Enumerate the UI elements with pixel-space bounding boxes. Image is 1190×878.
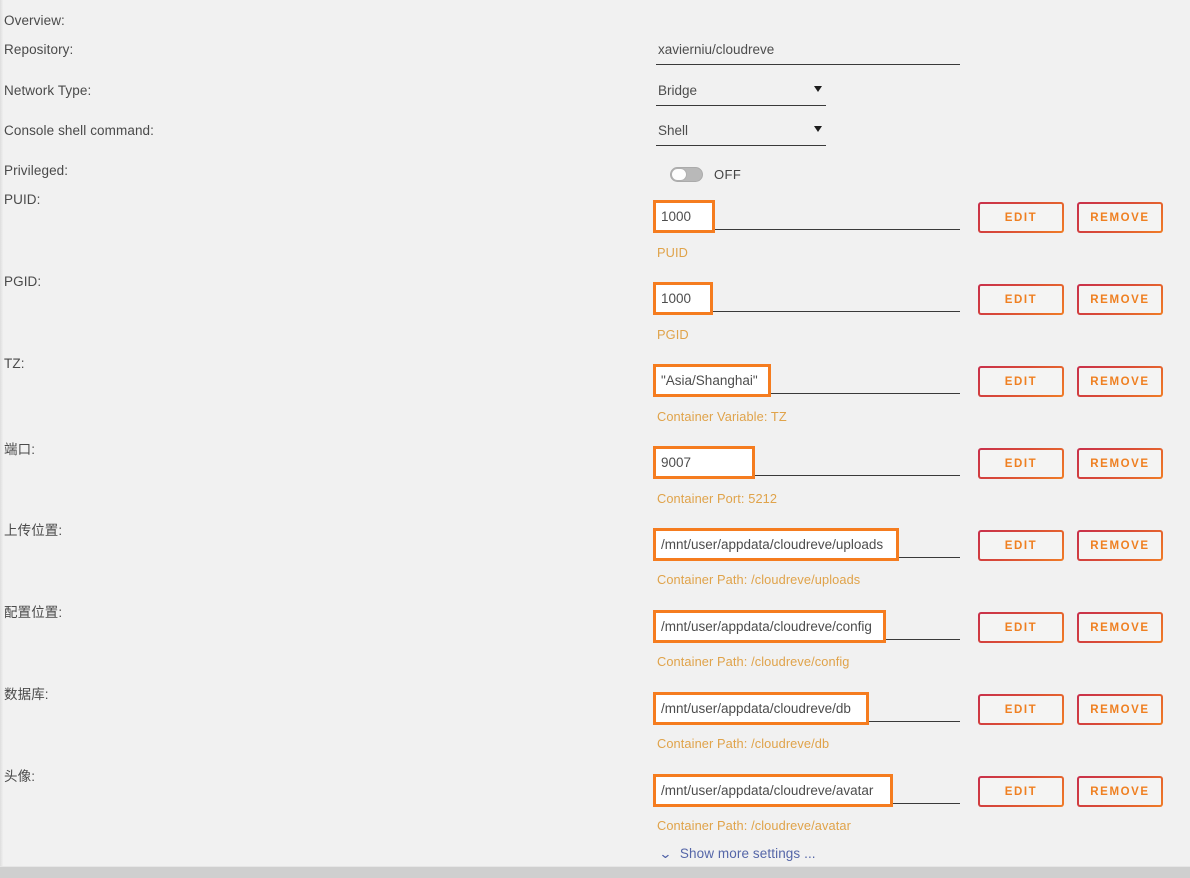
toggle-knob — [671, 167, 687, 181]
tz-input[interactable]: "Asia/Shanghai" — [653, 364, 960, 398]
config-location-remove-button[interactable]: REMOVE — [1077, 612, 1163, 643]
tz-remove-button[interactable]: REMOVE — [1077, 366, 1163, 397]
repository-value: xavierniu/cloudreve — [658, 42, 775, 57]
container-settings-form: Overview: Repository: xavierniu/cloudrev… — [0, 0, 1190, 866]
label-avatar: 头像: — [4, 769, 36, 784]
database-value: /mnt/user/appdata/cloudreve/db — [661, 701, 851, 716]
config-location-helper-text: Container Path: /cloudreve/config — [657, 654, 850, 669]
database-remove-button[interactable]: REMOVE — [1077, 694, 1163, 725]
network-type-value: Bridge — [658, 83, 698, 98]
puid-field-wrap: 1000 — [653, 200, 960, 234]
puid-remove-button[interactable]: REMOVE — [1077, 202, 1163, 233]
label-tz: TZ: — [4, 356, 25, 371]
chevron-down-icon — [814, 86, 822, 92]
upload-location-edit-button[interactable]: EDIT — [978, 530, 1064, 561]
repository-input[interactable]: xavierniu/cloudreve — [656, 42, 960, 68]
upload-location-helper-text: Container Path: /cloudreve/uploads — [657, 572, 861, 587]
label-repository: Repository: — [4, 42, 74, 57]
label-port: 端口: — [4, 442, 36, 457]
console-shell-command-underline — [656, 145, 826, 146]
config-location-field-wrap: /mnt/user/appdata/cloudreve/config — [653, 610, 960, 644]
show-more-settings-link[interactable]: ⌄ Show more settings ... — [658, 846, 816, 861]
database-highlight-box: /mnt/user/appdata/cloudreve/db — [653, 692, 869, 725]
chevron-down-icon — [814, 126, 822, 132]
label-puid: PUID: — [4, 192, 41, 207]
port-helper-text: Container Port: 5212 — [657, 491, 778, 506]
avatar-helper-text: Container Path: /cloudreve/avatar — [657, 818, 851, 833]
avatar-field-wrap: /mnt/user/appdata/cloudreve/avatar — [653, 774, 960, 808]
tz-value: "Asia/Shanghai" — [661, 373, 758, 388]
port-edit-button[interactable]: EDIT — [978, 448, 1064, 479]
config-location-edit-button[interactable]: EDIT — [978, 612, 1064, 643]
config-location-input[interactable]: /mnt/user/appdata/cloudreve/config — [653, 610, 960, 644]
pgid-input[interactable]: 1000 — [653, 282, 960, 316]
port-input[interactable]: 9007 — [653, 446, 960, 480]
privileged-toggle-wrap: OFF — [670, 163, 741, 185]
pgid-value: 1000 — [661, 291, 692, 306]
puid-helper-text: PUID — [657, 245, 688, 260]
tz-edit-button[interactable]: EDIT — [978, 366, 1064, 397]
port-highlight-box: 9007 — [653, 446, 755, 479]
port-value: 9007 — [661, 455, 692, 470]
pgid-edit-button[interactable]: EDIT — [978, 284, 1064, 315]
network-type-underline — [656, 105, 826, 106]
label-privileged: Privileged: — [4, 163, 69, 178]
puid-input[interactable]: 1000 — [653, 200, 960, 234]
database-edit-button[interactable]: EDIT — [978, 694, 1064, 725]
avatar-input[interactable]: /mnt/user/appdata/cloudreve/avatar — [653, 774, 960, 808]
tz-highlight-box: "Asia/Shanghai" — [653, 364, 771, 397]
horizontal-scrollbar[interactable] — [0, 866, 1190, 878]
upload-location-value: /mnt/user/appdata/cloudreve/uploads — [661, 537, 884, 552]
console-shell-command-field-wrap: Shell — [656, 123, 826, 149]
network-type-field-wrap: Bridge — [656, 83, 826, 109]
avatar-remove-button[interactable]: REMOVE — [1077, 776, 1163, 807]
console-shell-command-select[interactable]: Shell — [656, 123, 826, 149]
privileged-toggle[interactable] — [670, 166, 703, 182]
port-remove-button[interactable]: REMOVE — [1077, 448, 1163, 479]
label-console-shell-command: Console shell command: — [4, 123, 155, 138]
upload-location-input[interactable]: /mnt/user/appdata/cloudreve/uploads — [653, 528, 960, 562]
puid-value: 1000 — [661, 209, 692, 224]
puid-edit-button[interactable]: EDIT — [978, 202, 1064, 233]
upload-location-remove-button[interactable]: REMOVE — [1077, 530, 1163, 561]
config-location-highlight-box: /mnt/user/appdata/cloudreve/config — [653, 610, 886, 643]
avatar-highlight-box: /mnt/user/appdata/cloudreve/avatar — [653, 774, 893, 807]
avatar-value: /mnt/user/appdata/cloudreve/avatar — [661, 783, 874, 798]
network-type-select[interactable]: Bridge — [656, 83, 826, 109]
label-database: 数据库: — [4, 687, 49, 702]
show-more-settings-label: Show more settings ... — [679, 846, 816, 861]
label-pgid: PGID: — [4, 274, 42, 289]
avatar-edit-button[interactable]: EDIT — [978, 776, 1064, 807]
database-field-wrap: /mnt/user/appdata/cloudreve/db — [653, 692, 960, 726]
port-field-wrap: 9007 — [653, 446, 960, 480]
pgid-field-wrap: 1000 — [653, 282, 960, 316]
pgid-helper-text: PGID — [657, 327, 689, 342]
console-shell-command-value: Shell — [658, 123, 689, 138]
label-network-type: Network Type: — [4, 83, 92, 98]
database-input[interactable]: /mnt/user/appdata/cloudreve/db — [653, 692, 960, 726]
upload-location-highlight-box: /mnt/user/appdata/cloudreve/uploads — [653, 528, 899, 561]
database-helper-text: Container Path: /cloudreve/db — [657, 736, 830, 751]
upload-location-field-wrap: /mnt/user/appdata/cloudreve/uploads — [653, 528, 960, 562]
puid-highlight-box: 1000 — [653, 200, 715, 233]
config-location-value: /mnt/user/appdata/cloudreve/config — [661, 619, 872, 634]
tz-field-wrap: "Asia/Shanghai" — [653, 364, 960, 398]
repository-underline — [656, 64, 960, 65]
label-config-location: 配置位置: — [4, 605, 63, 620]
repository-field-wrap: xavierniu/cloudreve — [656, 42, 960, 68]
tz-helper-text: Container Variable: TZ — [657, 409, 787, 424]
privileged-toggle-state: OFF — [714, 166, 742, 182]
chevron-down-icon: ⌄ — [658, 846, 673, 861]
pgid-remove-button[interactable]: REMOVE — [1077, 284, 1163, 315]
pgid-highlight-box: 1000 — [653, 282, 713, 315]
label-upload-location: 上传位置: — [4, 523, 63, 538]
label-overview: Overview: — [4, 13, 65, 28]
